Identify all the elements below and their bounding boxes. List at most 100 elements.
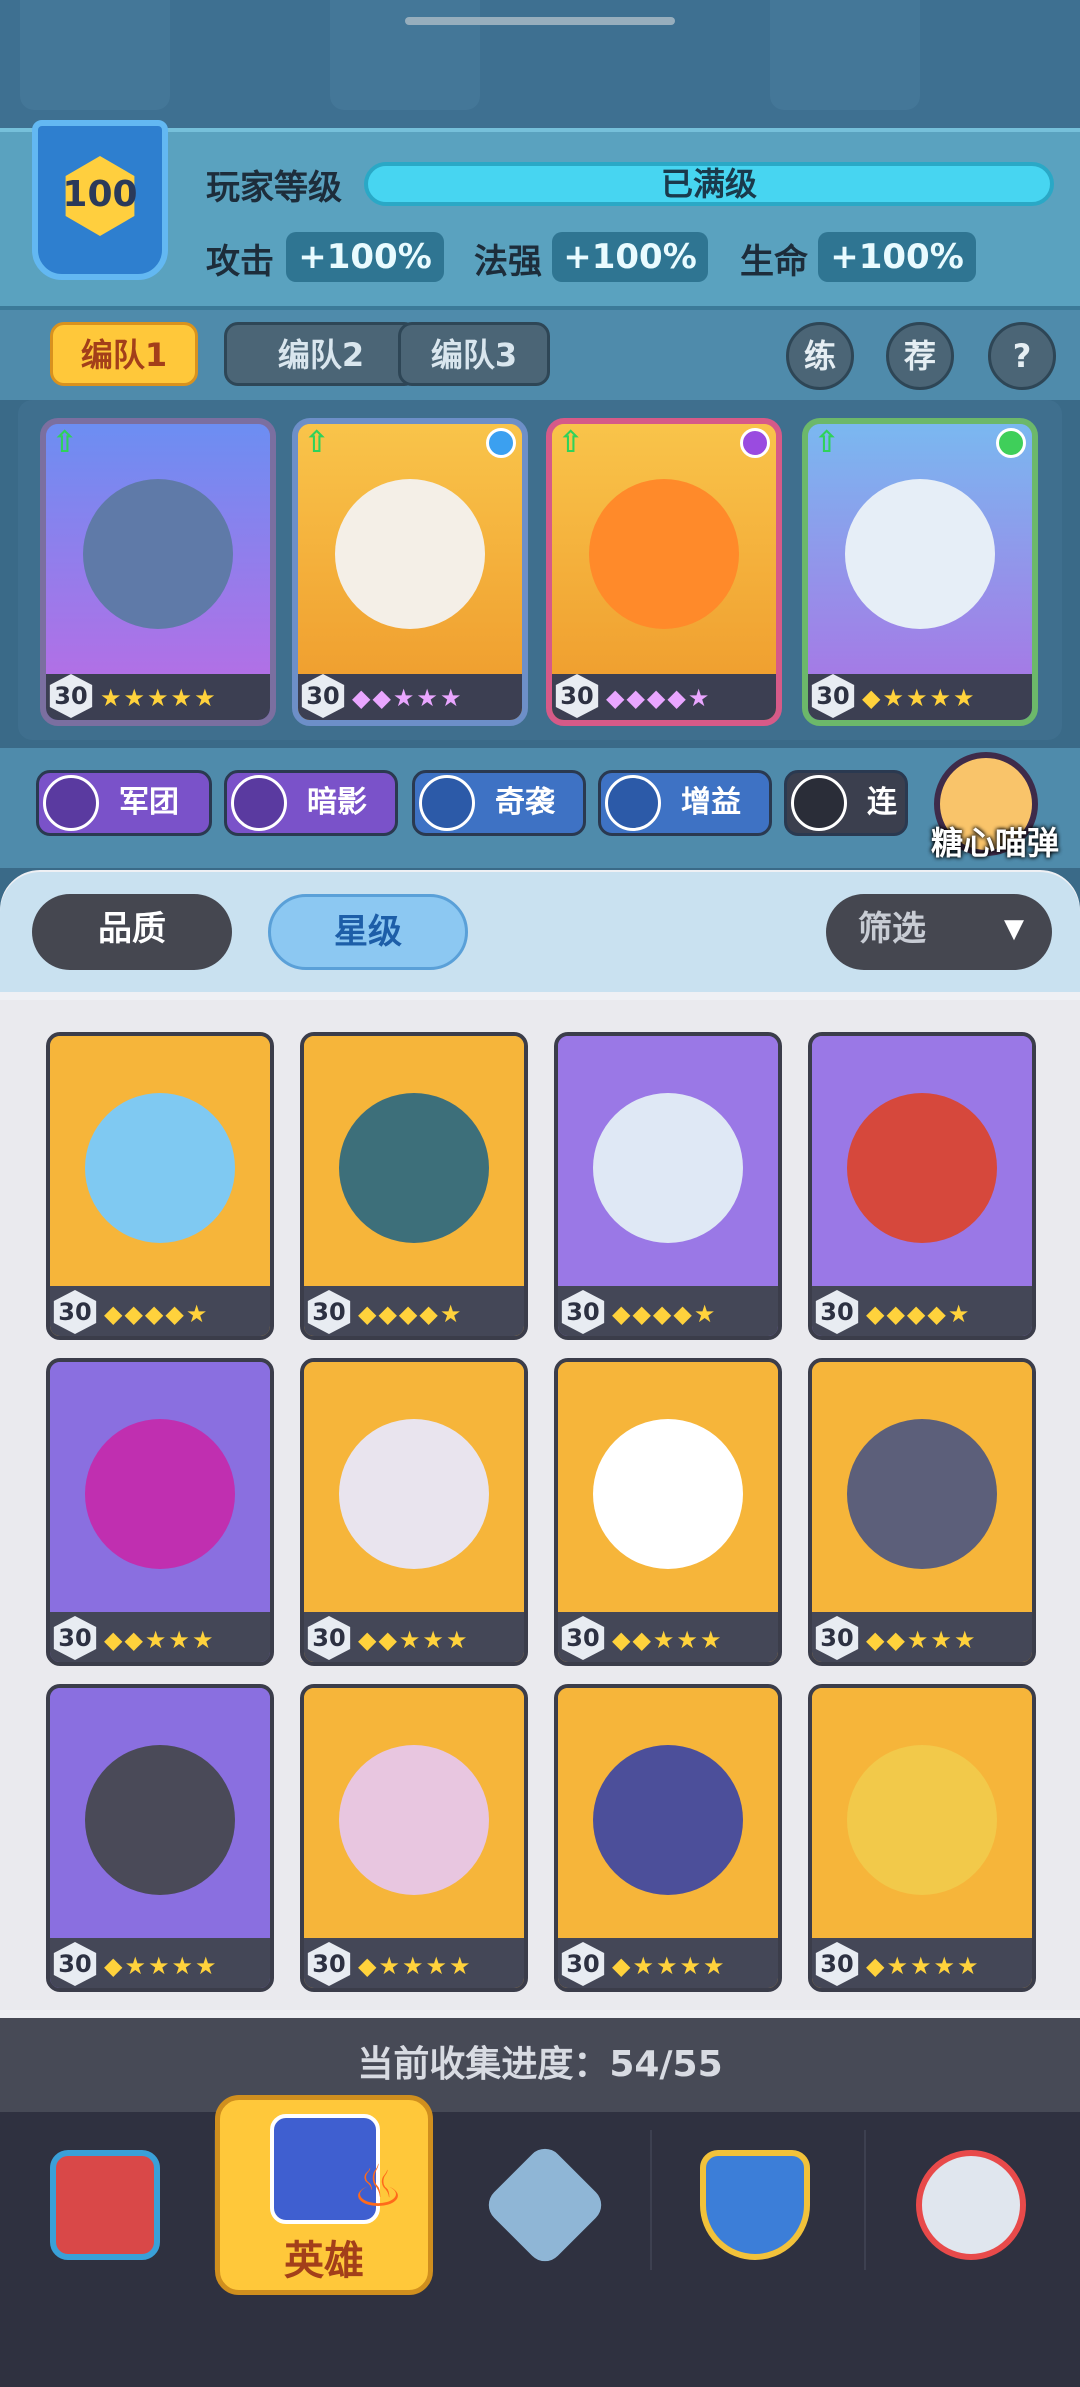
gem-icon <box>996 428 1026 458</box>
hero-portrait <box>847 1745 997 1895</box>
hero-card[interactable]: 30 ◆◆◆◆★ <box>46 1032 274 1340</box>
hero-level: 30 <box>561 1290 605 1334</box>
hero-card[interactable]: 30 ◆◆◆◆★ <box>554 1032 782 1340</box>
hero-art <box>46 424 270 674</box>
hero-art <box>558 1688 778 1942</box>
synergy-tag-buff[interactable]: 增益 <box>598 770 772 836</box>
hero-card-footer: 30 ◆◆★★★ <box>298 674 522 720</box>
filter-dropdown[interactable]: 筛选 ▼ <box>826 894 1052 970</box>
hero-card-footer: 30 ◆◆◆◆★ <box>50 1286 270 1336</box>
player-level: 100 <box>62 174 138 215</box>
hero-level: 30 <box>307 1942 351 1986</box>
lineup-hero-card[interactable]: ⇧ 30 ★★★★★ <box>40 418 276 726</box>
hero-art <box>298 424 522 674</box>
hero-art <box>304 1688 524 1942</box>
hero-art <box>558 1036 778 1290</box>
hero-portrait <box>847 1419 997 1569</box>
boost-icon <box>605 775 661 831</box>
hero-level: 30 <box>815 1616 859 1660</box>
hero-card-footer: 30 ◆★★★★ <box>812 1938 1032 1988</box>
hero-level: 30 <box>53 1616 97 1660</box>
hero-level: 30 <box>815 1942 859 1986</box>
hero-stars: ◆◆◆◆★ <box>104 1300 210 1328</box>
hero-stars: ◆◆★★★ <box>104 1626 216 1654</box>
hero-portrait <box>589 479 739 629</box>
hero-card-footer: 30 ◆◆◆◆★ <box>558 1286 778 1336</box>
help-button[interactable]: ? <box>988 322 1056 390</box>
upgrade-arrow-icon: ⇧ <box>52 425 78 460</box>
recommend-button[interactable]: 荐 <box>886 322 954 390</box>
hero-card[interactable]: 30 ◆★★★★ <box>46 1684 274 1992</box>
hero-art <box>812 1036 1032 1290</box>
sort-star-button[interactable]: 星级 <box>268 894 468 970</box>
level-progress-bar: 已满级 <box>364 162 1054 206</box>
stat-value: +100% <box>286 232 444 282</box>
stat-label: 生命 <box>740 242 808 282</box>
hero-portrait <box>339 1419 489 1569</box>
synergy-tag-legion[interactable]: 军团 <box>36 770 212 836</box>
hero-portrait <box>85 1093 235 1243</box>
hero-level: 30 <box>53 1942 97 1986</box>
hero-art <box>50 1036 270 1290</box>
team-tab-2[interactable]: 编队2 <box>224 322 418 386</box>
hero-stars: ◆◆◆◆★ <box>612 1300 718 1328</box>
player-level-badge: 100 <box>32 120 168 280</box>
hero-level: 30 <box>811 674 855 718</box>
lineup-hero-card[interactable]: ⇧ 30 ◆◆★★★ <box>292 418 528 726</box>
moon-icon <box>791 775 847 831</box>
hero-level: 30 <box>301 674 345 718</box>
hero-card[interactable]: 30 ◆◆★★★ <box>46 1358 274 1666</box>
pet-name: 糖心喵弹 <box>930 824 1059 862</box>
nav-guild[interactable] <box>650 2130 860 2280</box>
hero-cards-icon: ♨ <box>270 2114 404 2224</box>
hero-card[interactable]: 30 ◆◆★★★ <box>554 1358 782 1666</box>
hero-level: 30 <box>561 1616 605 1660</box>
nav-shop[interactable] <box>0 2130 210 2280</box>
hero-stars: ◆★★★★ <box>358 1952 473 1980</box>
hero-portrait <box>845 479 995 629</box>
hero-stars: ◆◆★★★ <box>612 1626 724 1654</box>
hero-portrait <box>847 1093 997 1243</box>
synergy-tag-combo[interactable]: 连 <box>784 770 908 836</box>
hero-card[interactable]: 30 ◆★★★★ <box>554 1684 782 1992</box>
drag-handle[interactable] <box>405 17 675 25</box>
hero-card[interactable]: 30 ◆◆★★★ <box>808 1358 1036 1666</box>
lineup-hero-card[interactable]: ⇧ 30 ◆★★★★ <box>802 418 1038 726</box>
upgrade-arrow-icon: ⇧ <box>304 425 330 460</box>
filter-label: 筛选 <box>858 909 926 949</box>
synergy-label: 奇袭 <box>495 785 555 820</box>
hero-level: 30 <box>555 674 599 718</box>
hero-portrait <box>85 1745 235 1895</box>
stat-label: 攻击 <box>206 242 274 282</box>
hero-portrait <box>593 1419 743 1569</box>
hero-card[interactable]: 30 ◆◆◆◆★ <box>300 1032 528 1340</box>
sort-quality-button[interactable]: 品质 <box>32 894 232 970</box>
hero-portrait <box>593 1093 743 1243</box>
hero-card-footer: 30 ◆★★★★ <box>50 1938 270 1988</box>
hero-stars: ◆◆★★★ <box>352 684 464 712</box>
hero-card-footer: 30 ◆★★★★ <box>304 1938 524 1988</box>
hero-stars: ◆◆◆◆★ <box>866 1300 972 1328</box>
lineup-hero-card[interactable]: ⇧ 30 ◆◆◆◆★ <box>546 418 782 726</box>
team-tab-3[interactable]: 编队3 <box>398 322 550 386</box>
hero-stars: ★★★★★ <box>100 684 218 712</box>
synergy-label: 军团 <box>119 785 179 820</box>
hero-card[interactable]: 30 ◆★★★★ <box>300 1684 528 1992</box>
hero-portrait <box>83 479 233 629</box>
nav-gacha[interactable] <box>866 2130 1076 2280</box>
train-button[interactable]: 练 <box>786 322 854 390</box>
hero-card[interactable]: 30 ◆◆★★★ <box>300 1358 528 1666</box>
hero-portrait <box>339 1093 489 1243</box>
shield-icon <box>700 2150 810 2260</box>
nav-heroes[interactable]: ♨ 英雄 <box>215 2095 433 2295</box>
hero-card[interactable]: 30 ◆★★★★ <box>808 1684 1036 1992</box>
synergy-tag-raid[interactable]: 奇袭 <box>412 770 586 836</box>
collection-progress: 当前收集进度：54/55 <box>0 2018 1080 2112</box>
hero-card[interactable]: 30 ◆◆◆◆★ <box>808 1032 1036 1340</box>
synergy-tag-shadow[interactable]: 暗影 <box>224 770 398 836</box>
swirl-icon <box>419 775 475 831</box>
team-tab-1[interactable]: 编队1 <box>50 322 198 386</box>
synergy-label: 暗影 <box>307 785 367 820</box>
bg-tile <box>770 0 920 110</box>
nav-battle[interactable] <box>440 2130 650 2280</box>
